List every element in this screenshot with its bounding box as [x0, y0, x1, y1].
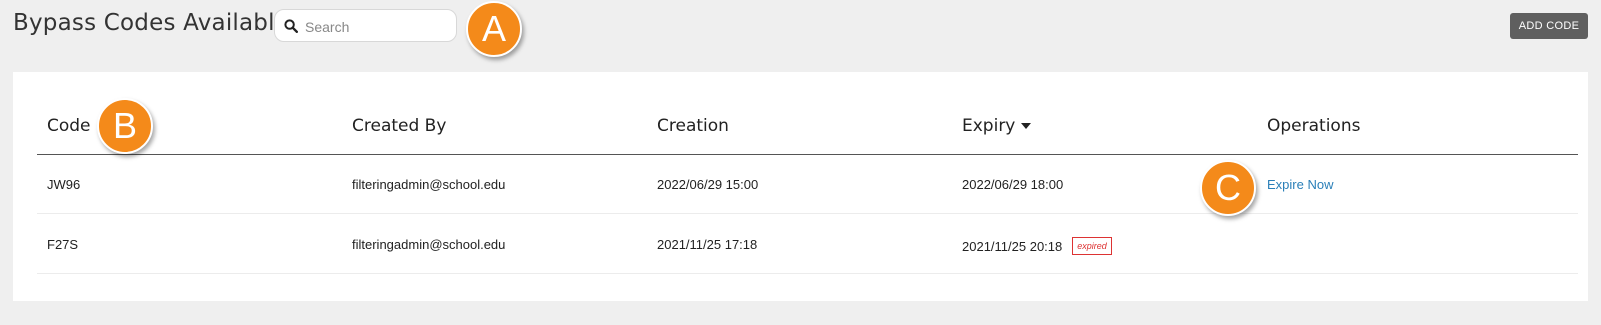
expiry-value: 2021/11/25 20:18	[962, 239, 1063, 254]
column-header-created-by[interactable]: Created By	[352, 116, 446, 136]
bypass-codes-panel: Code Created By Creation Expiry Operatio…	[13, 72, 1588, 301]
column-header-operations: Operations	[1267, 116, 1361, 136]
code-cell: JW96	[47, 177, 81, 192]
expired-status-badge: expired	[1072, 237, 1112, 255]
table-header: Code Created By Creation Expiry Operatio…	[37, 106, 1578, 155]
page-title: Bypass Codes Available	[13, 10, 290, 36]
add-code-button[interactable]: ADD CODE	[1510, 13, 1588, 39]
search-input[interactable]	[303, 14, 452, 40]
expiry-cell: 2022/06/29 18:00	[962, 177, 1064, 192]
created-by-cell: filteringadmin@school.edu	[352, 177, 506, 192]
creation-cell: 2022/06/29 15:00	[657, 177, 759, 192]
sort-down-icon	[1021, 123, 1032, 129]
table-row: F27S filteringadmin@school.edu 2021/11/2…	[37, 214, 1578, 274]
created-by-cell: filteringadmin@school.edu	[352, 237, 506, 252]
column-header-creation[interactable]: Creation	[657, 116, 729, 136]
search-box[interactable]	[274, 9, 457, 42]
column-header-expiry[interactable]: Expiry	[962, 116, 1032, 136]
code-cell: F27S	[47, 237, 79, 252]
search-icon	[284, 19, 298, 33]
expire-now-link[interactable]: Expire Now	[1267, 177, 1333, 192]
annotation-badge-b: B	[97, 98, 153, 154]
table-row: JW96 filteringadmin@school.edu 2022/06/2…	[37, 154, 1578, 214]
column-header-code[interactable]: Code	[47, 116, 91, 136]
expiry-cell: 2021/11/25 20:18 expired	[962, 237, 1112, 255]
annotation-badge-c: C	[1200, 160, 1256, 216]
creation-cell: 2021/11/25 17:18	[657, 237, 758, 252]
annotation-badge-a: A	[466, 1, 522, 57]
column-header-expiry-label: Expiry	[962, 116, 1016, 136]
